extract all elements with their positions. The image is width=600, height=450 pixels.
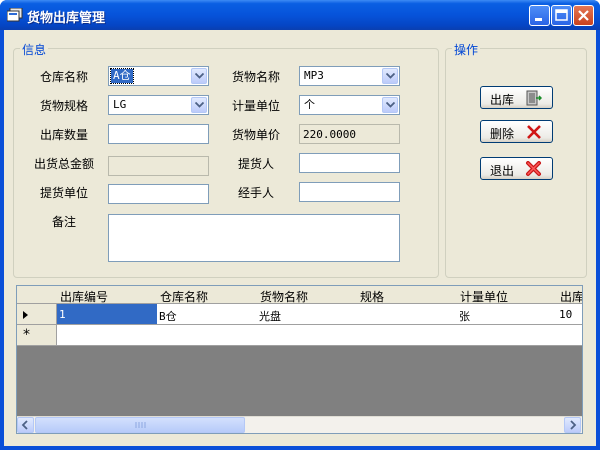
minimize-icon [530,14,549,28]
chevron-down-icon[interactable] [382,68,398,84]
unit-value: 个 [304,98,315,111]
title-bar[interactable]: 货物出库管理 [0,0,600,30]
goods-spec-label: 货物规格 [40,99,89,113]
window-title: 货物出库管理 [27,11,106,26]
warehouse-combo[interactable]: A仓 [108,66,209,86]
close-button[interactable] [573,5,594,26]
actions-group: 操作 出库 删除 退出 [445,41,587,278]
grid-cell[interactable]: 光盘 [257,304,358,325]
quantity-input[interactable] [108,124,209,144]
goods-name-combo[interactable]: MP3 [299,66,400,86]
grid-col-header[interactable]: 仓库名称 [157,286,258,304]
total-amount-field [108,156,209,176]
delete-button-label: 删除 [490,127,515,141]
grid-col-header[interactable]: 货物名称 [257,286,358,304]
grid-cell[interactable]: 1 [57,304,158,325]
grid-col-header[interactable]: 计量单位 [457,286,558,304]
grid-cell[interactable]: B仓 [157,304,258,325]
handler-label: 经手人 [238,186,275,200]
maximize-button[interactable] [551,5,572,26]
info-group: 信息 仓库名称 A仓 货物名称 MP3 货物规格 LG 计量单位 个 出库数量 [13,41,439,278]
chevron-down-icon[interactable] [191,68,207,84]
grid-cell-new[interactable] [357,325,458,346]
grid-cell-new[interactable] [557,325,582,346]
grid-cell-new[interactable] [257,325,358,346]
actions-group-title: 操作 [452,41,481,58]
horizontal-scrollbar[interactable] [17,416,582,433]
outbound-data-grid[interactable]: 出库编号 仓库名称 货物名称 规格 计量单位 出库 1 B仓 光盘 张 10 * [16,285,583,434]
maximize-icon [552,9,571,28]
chevron-down-icon[interactable] [191,97,207,113]
outbound-button[interactable]: 出库 [480,86,553,109]
chevron-left-icon [18,420,33,433]
delete-button[interactable]: 删除 [480,120,553,143]
handler-input[interactable] [299,182,400,202]
unit-combo[interactable]: 个 [299,95,400,115]
remark-label: 备注 [52,215,77,229]
exit-button-label: 退出 [490,164,515,178]
grid-cell[interactable]: 张 [457,304,558,325]
close-x-icon [525,161,542,180]
window-app-icon [6,7,23,22]
grid-corner-header [17,286,58,304]
goods-name-label: 货物名称 [232,70,281,84]
grid-col-header[interactable]: 规格 [357,286,458,304]
door-exit-icon [524,90,543,109]
scroll-left-button[interactable] [17,417,34,433]
app-window: 货物出库管理 信息 仓库名称 A仓 货物名称 MP3 货物规格 LG 计量单位 … [0,0,600,450]
new-row-marker: * [23,327,30,343]
picker-unit-input[interactable] [108,184,209,204]
grid-cell-new[interactable] [157,325,258,346]
row-header-current[interactable] [17,304,57,325]
picker-label: 提货人 [238,157,275,171]
goods-spec-value: LG [113,98,127,111]
unit-price-label: 货物单价 [232,128,281,142]
exit-button[interactable]: 退出 [480,157,553,180]
minimize-button[interactable] [529,5,550,26]
grid-col-header[interactable]: 出库 [557,286,582,304]
picker-unit-label: 提货单位 [40,186,89,200]
unit-price-field: 220.0000 [299,124,400,144]
total-amount-label: 出货总金额 [34,157,95,171]
goods-spec-combo[interactable]: LG [108,95,209,115]
grid-col-header[interactable]: 出库编号 [57,286,158,304]
unit-label: 计量单位 [232,99,281,113]
grid-cell[interactable] [357,304,458,325]
scroll-right-button[interactable] [564,417,581,433]
warehouse-label: 仓库名称 [40,70,89,84]
chevron-down-icon[interactable] [382,97,398,113]
outbound-button-label: 出库 [490,93,515,107]
remark-textarea[interactable] [108,214,400,262]
grid-cell[interactable]: 10 [557,304,582,325]
close-icon [574,10,593,28]
grid-cell-new[interactable] [57,325,158,346]
grid-cell-new[interactable] [457,325,558,346]
goods-name-value: MP3 [304,69,324,82]
info-group-title: 信息 [20,41,49,58]
scroll-thumb[interactable] [35,417,245,433]
chevron-right-icon [565,420,580,433]
quantity-label: 出库数量 [40,128,89,142]
red-x-icon [526,124,542,143]
picker-input[interactable] [299,153,400,173]
warehouse-value: A仓 [110,68,134,84]
row-header-new[interactable]: * [17,325,57,346]
